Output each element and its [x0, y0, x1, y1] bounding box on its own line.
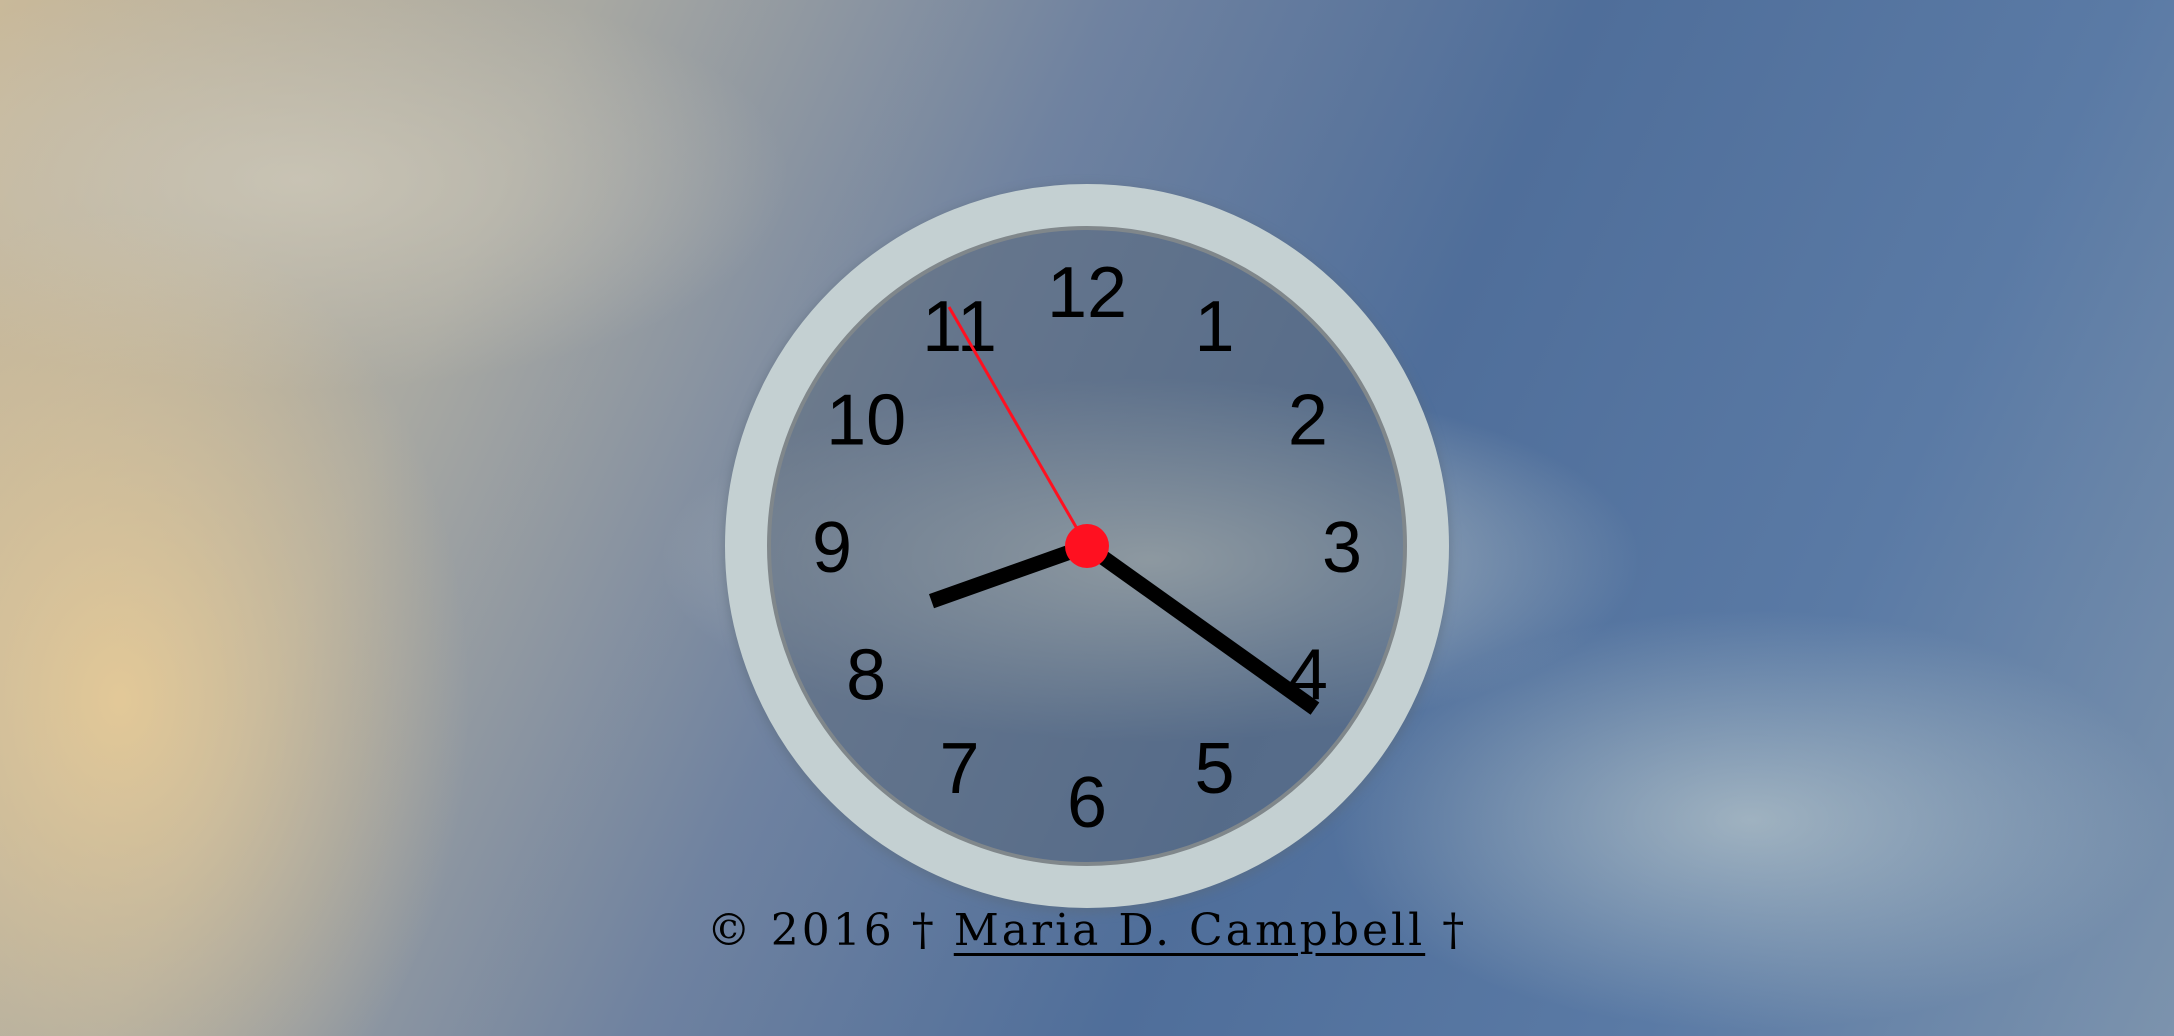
- footer-credit: © 2016 † Maria D. Campbell †: [0, 905, 2174, 956]
- copyright-text: © 2016 †: [706, 905, 937, 956]
- clock-hub: [1065, 524, 1109, 568]
- analog-clock: 121234567891011: [723, 184, 1451, 913]
- clock-number-2: 2: [1288, 381, 1328, 461]
- clock-number-3: 3: [1322, 508, 1362, 588]
- clock-number-7: 7: [939, 729, 979, 809]
- clock-number-1: 1: [1194, 287, 1234, 367]
- clock-number-6: 6: [1067, 763, 1107, 843]
- trailing-dagger: †: [1442, 905, 1468, 956]
- clock-number-8: 8: [846, 636, 886, 716]
- clock-number-10: 10: [826, 381, 906, 461]
- clock-number-9: 9: [812, 508, 852, 588]
- author-link[interactable]: Maria D. Campbell: [954, 905, 1425, 956]
- clock-number-12: 12: [1047, 253, 1127, 333]
- clock-number-5: 5: [1194, 729, 1234, 809]
